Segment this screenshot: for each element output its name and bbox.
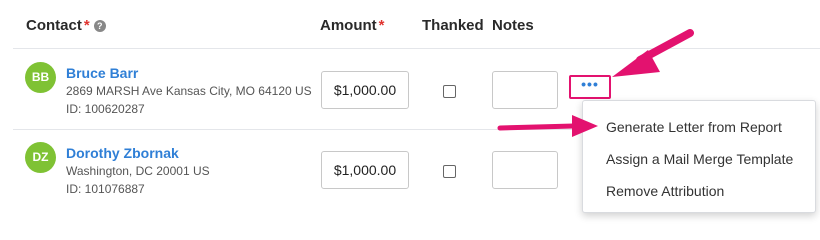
annotation-arrows [497,29,694,137]
annotation-arrow-icon [497,115,598,137]
annotation-arrow-icon [612,29,694,77]
